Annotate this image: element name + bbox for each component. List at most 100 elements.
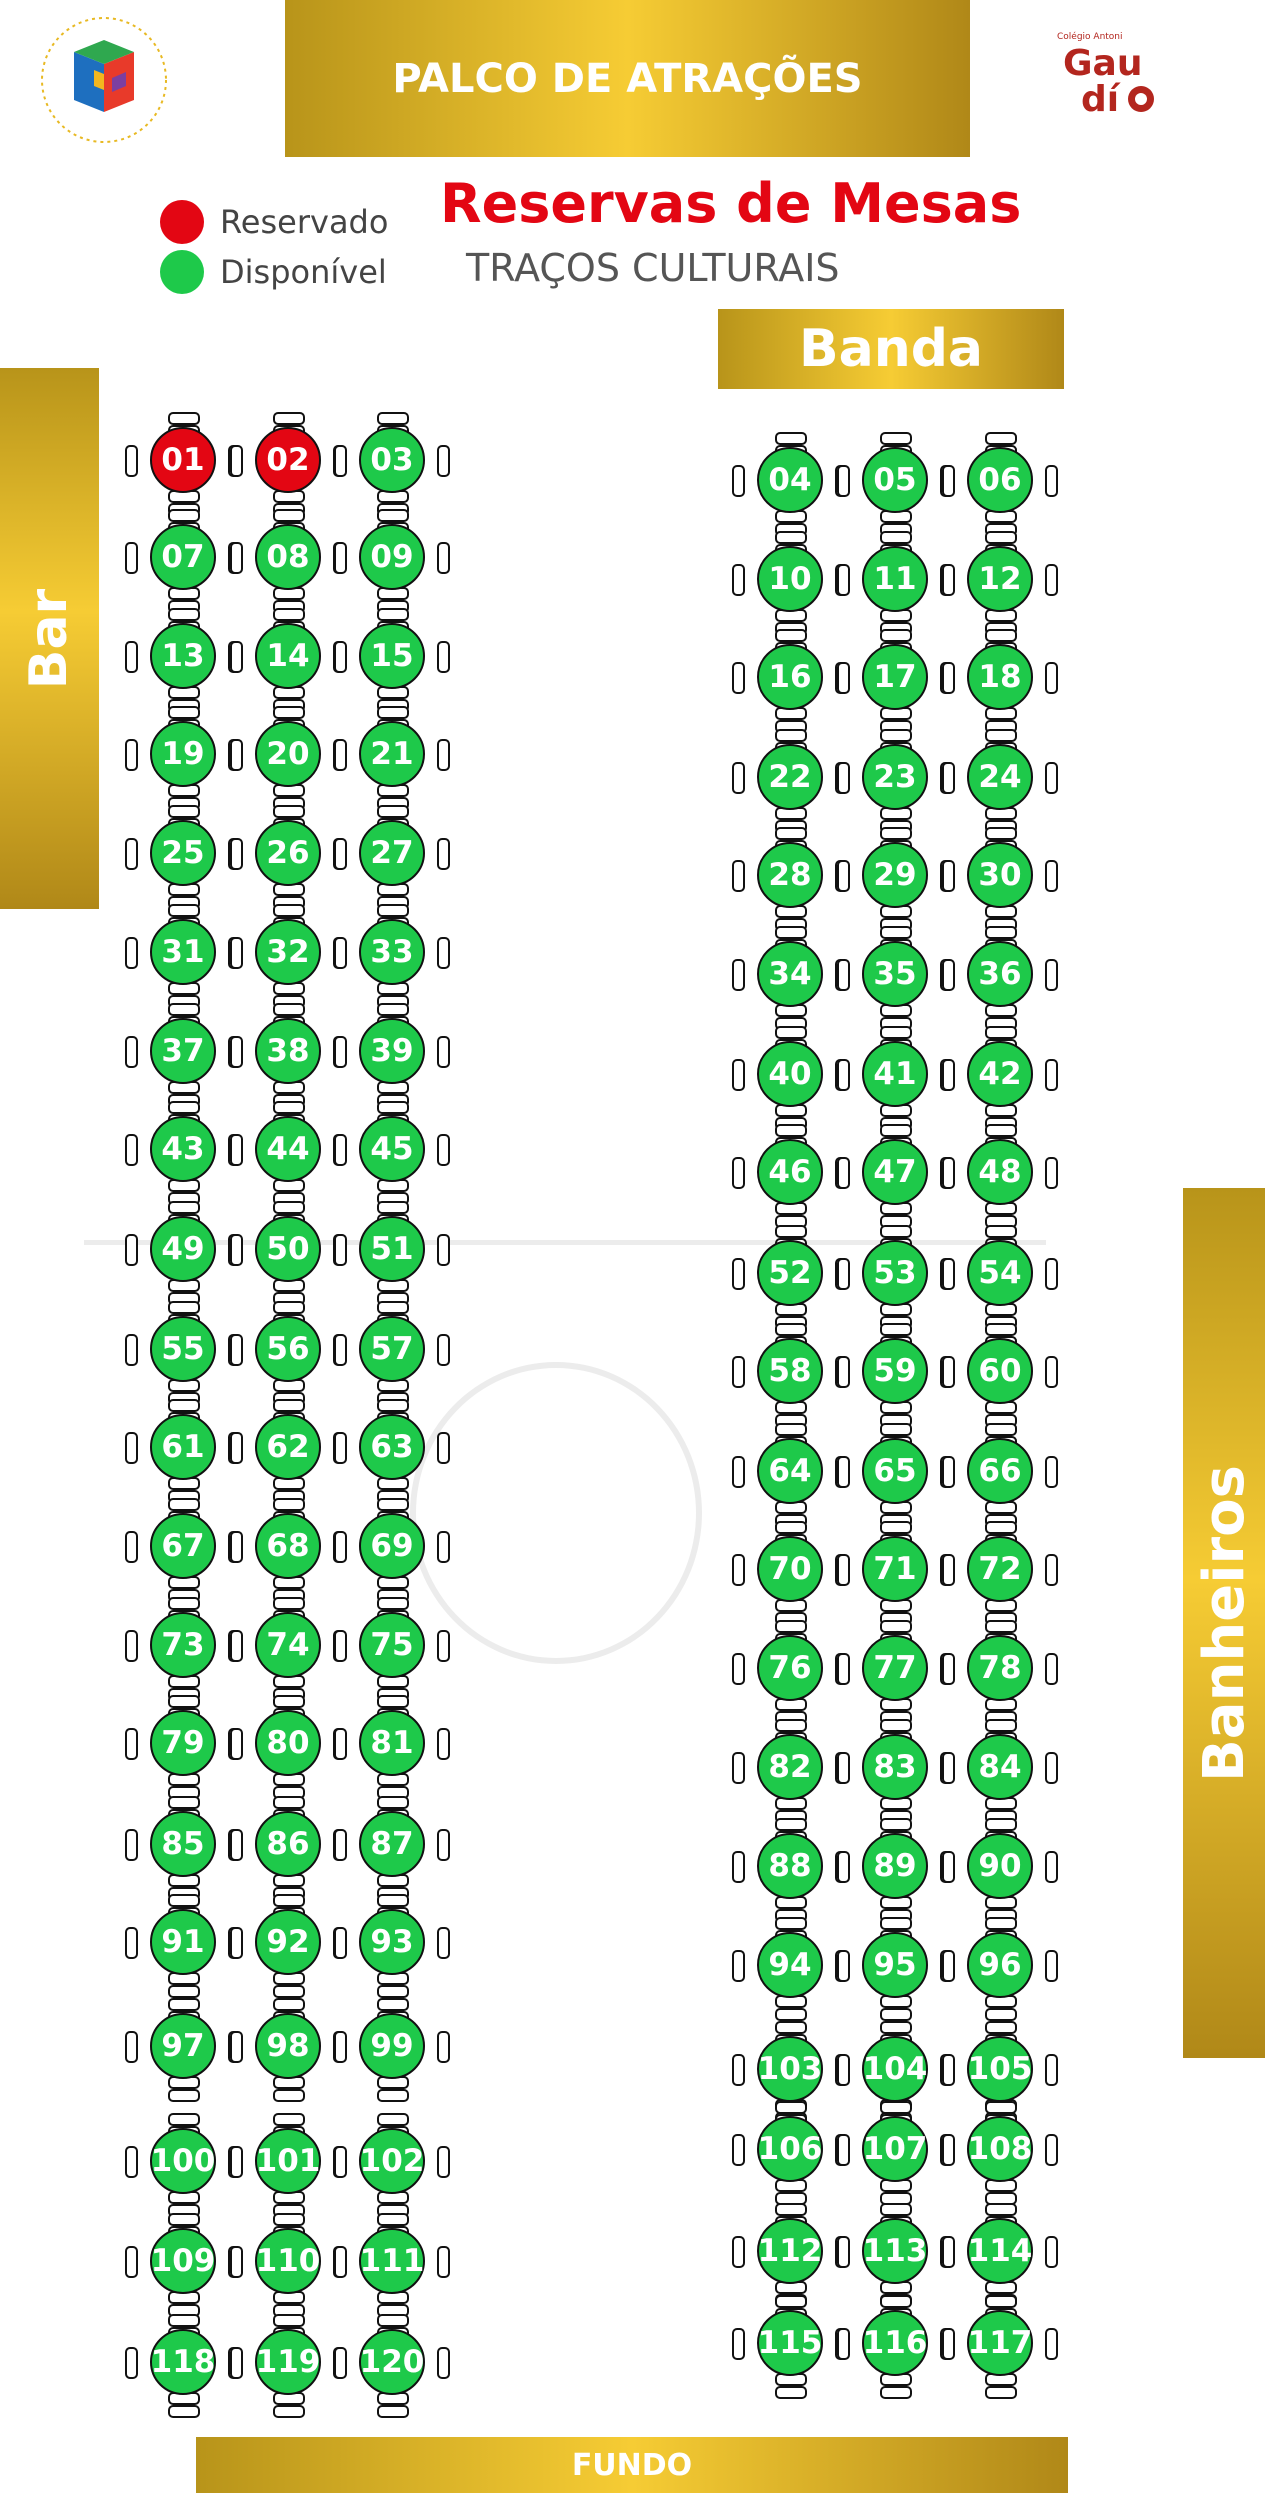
table-20[interactable]: 20 <box>229 705 347 810</box>
table-49[interactable]: 49 <box>124 1200 242 1305</box>
table-77[interactable]: 77 <box>836 1619 954 1724</box>
table-06[interactable]: 06 <box>941 431 1059 536</box>
table-09[interactable]: 09 <box>333 508 451 613</box>
table-64[interactable]: 64 <box>731 1422 849 1527</box>
table-10[interactable]: 10 <box>731 530 849 635</box>
table-63[interactable]: 63 <box>333 1398 451 1503</box>
table-86[interactable]: 86 <box>229 1795 347 1900</box>
table-28[interactable]: 28 <box>731 826 849 931</box>
table-37[interactable]: 37 <box>124 1002 242 1107</box>
table-45[interactable]: 45 <box>333 1100 451 1205</box>
table-58[interactable]: 58 <box>731 1322 849 1427</box>
table-36[interactable]: 36 <box>941 925 1059 1030</box>
table-52[interactable]: 52 <box>731 1224 849 1329</box>
table-01[interactable]: 01 <box>124 411 242 516</box>
table-91[interactable]: 91 <box>124 1893 242 1998</box>
table-12[interactable]: 12 <box>941 530 1059 635</box>
table-15[interactable]: 15 <box>333 607 451 712</box>
table-46[interactable]: 46 <box>731 1123 849 1228</box>
table-87[interactable]: 87 <box>333 1795 451 1900</box>
table-14[interactable]: 14 <box>229 607 347 712</box>
table-03[interactable]: 03 <box>333 411 451 516</box>
table-04[interactable]: 04 <box>731 431 849 536</box>
table-24[interactable]: 24 <box>941 728 1059 833</box>
table-78[interactable]: 78 <box>941 1619 1059 1724</box>
table-18[interactable]: 18 <box>941 628 1059 733</box>
table-53[interactable]: 53 <box>836 1224 954 1329</box>
table-55[interactable]: 55 <box>124 1300 242 1405</box>
table-83[interactable]: 83 <box>836 1718 954 1823</box>
table-23[interactable]: 23 <box>836 728 954 833</box>
table-60[interactable]: 60 <box>941 1322 1059 1427</box>
table-43[interactable]: 43 <box>124 1100 242 1205</box>
table-08[interactable]: 08 <box>229 508 347 613</box>
table-34[interactable]: 34 <box>731 925 849 1030</box>
table-119[interactable]: 119 <box>229 2313 347 2418</box>
table-42[interactable]: 42 <box>941 1025 1059 1130</box>
table-90[interactable]: 90 <box>941 1817 1059 1922</box>
table-32[interactable]: 32 <box>229 903 347 1008</box>
table-30[interactable]: 30 <box>941 826 1059 931</box>
table-26[interactable]: 26 <box>229 804 347 909</box>
table-108[interactable]: 108 <box>941 2100 1059 2205</box>
table-80[interactable]: 80 <box>229 1694 347 1799</box>
table-61[interactable]: 61 <box>124 1398 242 1503</box>
table-88[interactable]: 88 <box>731 1817 849 1922</box>
table-38[interactable]: 38 <box>229 1002 347 1107</box>
table-05[interactable]: 05 <box>836 431 954 536</box>
table-102[interactable]: 102 <box>333 2112 451 2217</box>
table-51[interactable]: 51 <box>333 1200 451 1305</box>
table-22[interactable]: 22 <box>731 728 849 833</box>
table-85[interactable]: 85 <box>124 1795 242 1900</box>
table-13[interactable]: 13 <box>124 607 242 712</box>
table-56[interactable]: 56 <box>229 1300 347 1405</box>
table-16[interactable]: 16 <box>731 628 849 733</box>
table-40[interactable]: 40 <box>731 1025 849 1130</box>
table-84[interactable]: 84 <box>941 1718 1059 1823</box>
table-113[interactable]: 113 <box>836 2202 954 2307</box>
table-99[interactable]: 99 <box>333 1997 451 2102</box>
table-89[interactable]: 89 <box>836 1817 954 1922</box>
table-112[interactable]: 112 <box>731 2202 849 2307</box>
table-109[interactable]: 109 <box>124 2212 242 2317</box>
table-76[interactable]: 76 <box>731 1619 849 1724</box>
table-54[interactable]: 54 <box>941 1224 1059 1329</box>
table-11[interactable]: 11 <box>836 530 954 635</box>
table-67[interactable]: 67 <box>124 1497 242 1602</box>
table-82[interactable]: 82 <box>731 1718 849 1823</box>
table-96[interactable]: 96 <box>941 1916 1059 2021</box>
table-116[interactable]: 116 <box>836 2294 954 2399</box>
table-39[interactable]: 39 <box>333 1002 451 1107</box>
table-73[interactable]: 73 <box>124 1596 242 1701</box>
table-65[interactable]: 65 <box>836 1422 954 1527</box>
table-48[interactable]: 48 <box>941 1123 1059 1228</box>
table-117[interactable]: 117 <box>941 2294 1059 2399</box>
table-74[interactable]: 74 <box>229 1596 347 1701</box>
table-111[interactable]: 111 <box>333 2212 451 2317</box>
table-02[interactable]: 02 <box>229 411 347 516</box>
table-19[interactable]: 19 <box>124 705 242 810</box>
table-17[interactable]: 17 <box>836 628 954 733</box>
table-75[interactable]: 75 <box>333 1596 451 1701</box>
table-118[interactable]: 118 <box>124 2313 242 2418</box>
table-50[interactable]: 50 <box>229 1200 347 1305</box>
table-93[interactable]: 93 <box>333 1893 451 1998</box>
table-47[interactable]: 47 <box>836 1123 954 1228</box>
table-07[interactable]: 07 <box>124 508 242 613</box>
table-35[interactable]: 35 <box>836 925 954 1030</box>
table-44[interactable]: 44 <box>229 1100 347 1205</box>
table-110[interactable]: 110 <box>229 2212 347 2317</box>
table-41[interactable]: 41 <box>836 1025 954 1130</box>
table-92[interactable]: 92 <box>229 1893 347 1998</box>
table-72[interactable]: 72 <box>941 1520 1059 1625</box>
table-106[interactable]: 106 <box>731 2100 849 2205</box>
table-98[interactable]: 98 <box>229 1997 347 2102</box>
table-57[interactable]: 57 <box>333 1300 451 1405</box>
table-71[interactable]: 71 <box>836 1520 954 1625</box>
table-66[interactable]: 66 <box>941 1422 1059 1527</box>
table-95[interactable]: 95 <box>836 1916 954 2021</box>
table-94[interactable]: 94 <box>731 1916 849 2021</box>
table-31[interactable]: 31 <box>124 903 242 1008</box>
table-33[interactable]: 33 <box>333 903 451 1008</box>
table-27[interactable]: 27 <box>333 804 451 909</box>
